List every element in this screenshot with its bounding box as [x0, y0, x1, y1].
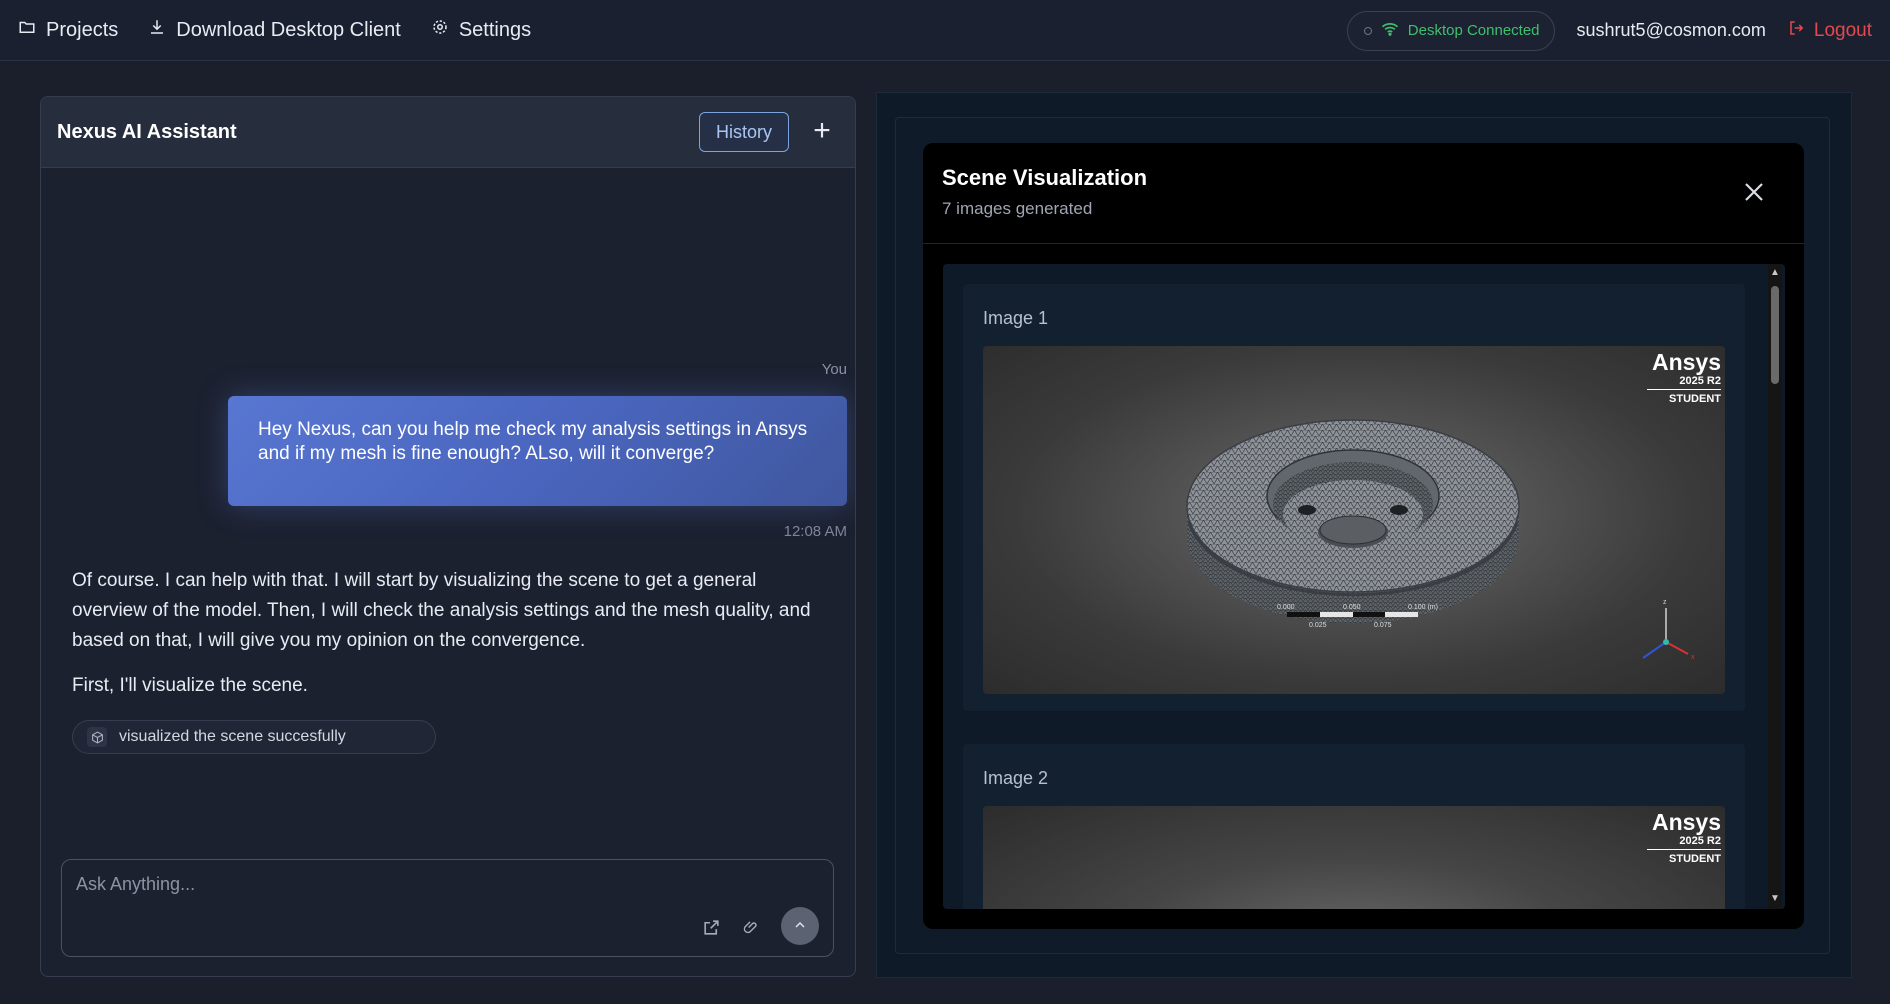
nav-download-label: Download Desktop Client [176, 18, 401, 41]
image-card: Image 2 Ansys 2025 R2 STUDENT [963, 744, 1745, 909]
image-card: Image 1 0.000 0.050 0.100 (m) 0.025 0.07… [963, 284, 1745, 711]
nav-settings-label: Settings [458, 18, 532, 41]
coordinate-triad: z x [1642, 599, 1695, 661]
nav-projects-label: Projects [46, 18, 119, 41]
logout-icon [1788, 19, 1806, 43]
chat-input[interactable] [76, 872, 676, 896]
gallery-scrollbar[interactable]: ▲ ▼ [1768, 264, 1782, 909]
svg-text:x: x [1691, 654, 1695, 661]
scroll-thumb[interactable] [1771, 286, 1779, 384]
scroll-up-arrow[interactable]: ▲ [1770, 268, 1780, 278]
image-label: Image 1 [983, 308, 1049, 328]
modal-header: Scene Visualization 7 images generated [923, 143, 1804, 244]
external-link-icon[interactable] [700, 916, 722, 938]
svg-text:0.100 (m): 0.100 (m) [1408, 604, 1438, 611]
close-button[interactable] [1742, 180, 1766, 204]
gear-icon [431, 18, 449, 42]
scene-render-image[interactable]: Ansys 2025 R2 STUDENT [983, 806, 1725, 909]
nav-settings[interactable]: Settings [431, 18, 531, 42]
chat-input-box [61, 859, 834, 957]
plus-icon: + [813, 114, 831, 147]
scroll-down-arrow[interactable]: ▼ [1770, 894, 1780, 904]
chevron-up-icon [794, 917, 806, 935]
logout-label: Logout [1813, 19, 1872, 41]
user-message-bubble: Hey Nexus, can you help me check my anal… [228, 396, 847, 506]
tool-result-text: visualized the scene succesfully [119, 728, 346, 745]
scene-visualization-modal: Scene Visualization 7 images generated I… [923, 143, 1804, 929]
svg-text:z: z [1663, 599, 1667, 606]
scene-render-image[interactable]: 0.000 0.050 0.100 (m) 0.025 0.075 z x An… [983, 346, 1725, 694]
assistant-paragraph: First, I'll visualize the scene. [72, 675, 308, 696]
modal-title: Scene Visualization [942, 165, 1148, 190]
nav-projects[interactable]: Projects [18, 18, 118, 42]
chat-title: Nexus AI Assistant [57, 120, 237, 143]
topbar-right-group: Desktop Connected sushrut5@cosmon.com Lo… [1346, 0, 1872, 61]
chat-header: Nexus AI Assistant History + [41, 97, 855, 168]
top-navigation-bar: Projects Download Desktop Client Setting… [0, 0, 1890, 61]
image-label: Image 2 [983, 768, 1049, 788]
wifi-icon [1381, 22, 1399, 40]
svg-text:0.025: 0.025 [1309, 622, 1327, 629]
ansys-logo: Ansys 2025 R2 STUDENT [1647, 350, 1721, 405]
nav-download-client[interactable]: Download Desktop Client [148, 18, 401, 42]
status-dot-icon [1363, 26, 1372, 35]
folder-icon [18, 18, 36, 42]
cube-icon [87, 727, 107, 747]
ansys-logo: Ansys 2025 R2 STUDENT [1647, 810, 1721, 865]
logout-button[interactable]: Logout [1788, 19, 1872, 43]
modal-subtitle: 7 images generated [942, 199, 1093, 218]
svg-text:0.000: 0.000 [1277, 604, 1295, 611]
svg-text:0.050: 0.050 [1343, 604, 1361, 611]
tool-result-chip[interactable]: visualized the scene succesfully [72, 720, 436, 754]
download-icon [148, 18, 166, 42]
svg-text:0.075: 0.075 [1374, 622, 1392, 629]
user-email: sushrut5@cosmon.com [1576, 20, 1766, 40]
close-icon [1742, 183, 1766, 208]
connection-status-badge: Desktop Connected [1346, 10, 1555, 51]
history-button[interactable]: History [699, 112, 789, 152]
chat-panel: Nexus AI Assistant History + You Hey Nex… [40, 96, 856, 977]
brake-disc-mesh-render: 0.000 0.050 0.100 (m) 0.025 0.075 z x [1186, 419, 1695, 661]
sender-label: You [821, 361, 847, 378]
paperclip-icon[interactable] [740, 916, 762, 938]
message-timestamp: 12:08 AM [783, 523, 847, 540]
new-chat-button[interactable]: + [807, 113, 837, 149]
assistant-message: Of course. I can help with that. I will … [72, 566, 832, 716]
connection-status-text: Desktop Connected [1407, 22, 1540, 39]
image-gallery[interactable]: Image 1 0.000 0.050 0.100 (m) 0.025 0.07… [943, 264, 1785, 909]
assistant-paragraph: Of course. I can help with that. I will … [72, 570, 811, 651]
send-button[interactable] [781, 907, 819, 945]
